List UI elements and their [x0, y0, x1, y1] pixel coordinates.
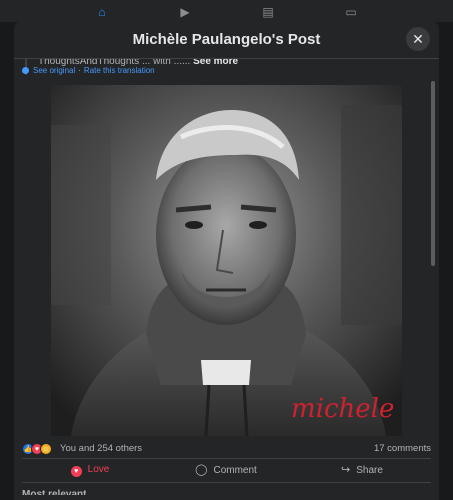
separator: ·	[78, 66, 81, 75]
post-photo[interactable]: michele	[51, 85, 402, 436]
translation-row: See original · Rate this translation	[22, 66, 155, 75]
portrait-image: michele	[51, 85, 402, 436]
signature-watermark: michele	[291, 394, 394, 424]
love-button[interactable]: ♥ Love	[22, 459, 158, 481]
comments-count[interactable]: 17 comments	[374, 443, 431, 454]
modal-header: Michèle Paulangelo's Post ✕	[14, 21, 439, 59]
close-icon: ✕	[412, 31, 424, 47]
rate-translation-link[interactable]: Rate this translation	[84, 66, 155, 75]
top-navigation-bar: ⌂ ▶ ▤ ▭	[0, 0, 453, 22]
care-icon: ☺	[40, 443, 52, 455]
love-label: Love	[87, 464, 110, 475]
modal-title: Michèle Paulangelo's Post	[132, 31, 321, 48]
share-icon: ↪	[341, 464, 351, 476]
translate-gear-icon[interactable]	[22, 67, 29, 74]
reaction-icons: 👍 ♥ ☺	[22, 443, 58, 455]
share-label: Share	[356, 465, 383, 476]
marketplace-icon[interactable]: ▤	[261, 6, 275, 18]
share-button[interactable]: ↪ Share	[294, 459, 430, 481]
home-icon[interactable]: ⌂	[95, 6, 109, 18]
gaming-icon[interactable]: ▭	[344, 6, 358, 18]
watch-icon[interactable]: ▶	[178, 6, 192, 18]
comment-label: Comment	[213, 465, 257, 476]
post-modal: Michèle Paulangelo's Post ✕ ThoughtsAndT…	[14, 21, 439, 500]
love-icon: ♥	[70, 466, 82, 477]
divider	[22, 482, 431, 483]
see-more-link[interactable]: See more	[193, 59, 238, 67]
reactions-summary[interactable]: 👍 ♥ ☺ You and 254 others 17 comments	[22, 439, 431, 459]
comment-icon: ◯	[195, 464, 208, 476]
comment-button[interactable]: ◯ Comment	[158, 459, 294, 481]
see-original-link[interactable]: See original	[33, 66, 75, 75]
close-button[interactable]: ✕	[406, 27, 430, 51]
post-actions: ♥ Love ◯ Comment ↪ Share	[22, 459, 431, 481]
reactions-count[interactable]: You and 254 others	[60, 443, 142, 454]
scrollbar[interactable]	[431, 81, 435, 266]
comment-sort-dropdown[interactable]: Most relevant	[22, 487, 86, 495]
